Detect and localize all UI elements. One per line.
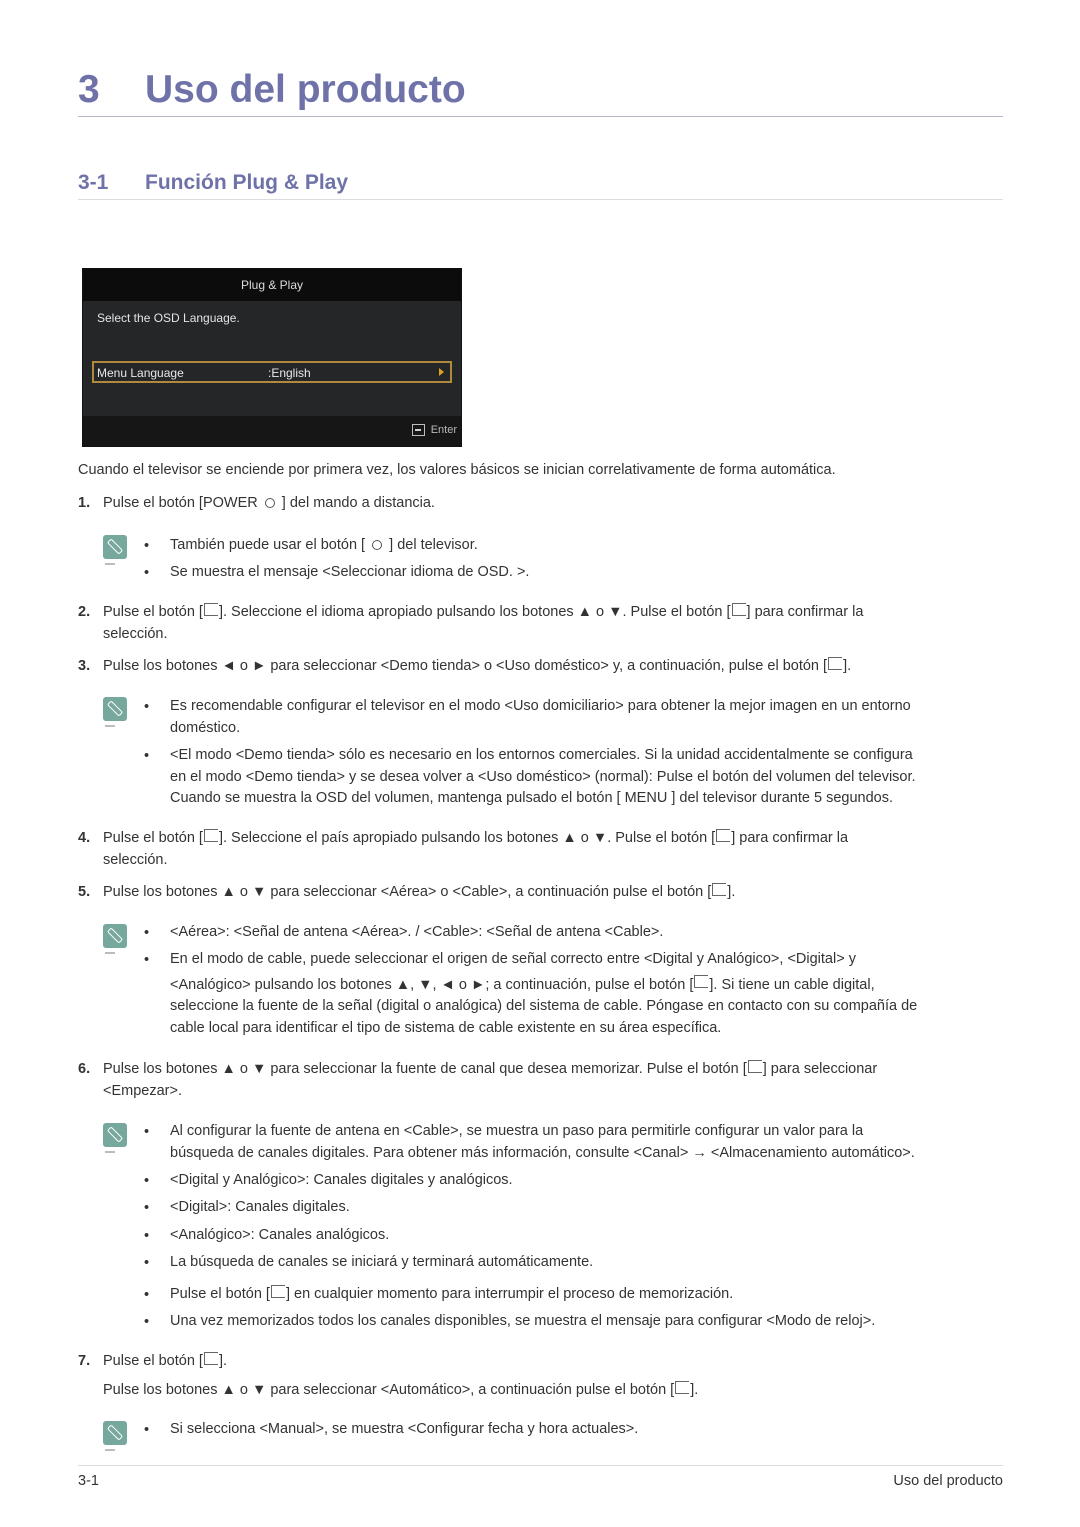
enter-icon <box>747 1059 762 1073</box>
osd-row-value: :English <box>268 366 311 380</box>
section-number: 3-1 <box>78 171 109 194</box>
section-title: Función Plug & Play <box>145 171 349 194</box>
footer-divider <box>78 1465 1003 1466</box>
note-pencil-icon <box>103 697 127 727</box>
chapter-title: Uso del producto <box>145 68 466 111</box>
note-bullet-text: <El modo <Demo tienda> sólo es necesario… <box>170 747 916 806</box>
osd-row-label: Menu Language <box>97 366 184 380</box>
footer-page-number: 3-1 <box>78 1473 99 1489</box>
bullet-dot: • <box>144 925 150 941</box>
chapter-heading: 3 Uso del producto <box>78 64 1003 117</box>
note-bullet-text: También puede usar el botón [ ] del tele… <box>170 537 478 553</box>
osd-header: Plug & Play <box>83 269 461 301</box>
step-number: 5. <box>78 884 91 900</box>
step-text: Pulse el botón [POWER ] del mando a dist… <box>103 495 435 511</box>
enter-icon <box>203 602 218 616</box>
bullet-dot: • <box>144 565 150 581</box>
note-bullet-text: Si selecciona <Manual>, se muestra <Conf… <box>170 1421 639 1437</box>
step-text: Pulse el botón []. Seleccione el idioma … <box>103 602 864 642</box>
intro-paragraph: Cuando el televisor se enciende por prim… <box>78 462 836 478</box>
bullet-dot: • <box>144 1287 150 1303</box>
note-pencil-icon <box>103 535 127 565</box>
note-bullet-text: Una vez memorizados todos los canales di… <box>170 1313 876 1329</box>
enter-icon <box>412 424 425 436</box>
note-pencil-icon <box>103 1123 127 1153</box>
bullet-dot: • <box>144 538 150 554</box>
note-pencil-icon <box>103 924 127 954</box>
bullet-dot: • <box>144 1124 150 1140</box>
enter-icon <box>828 656 843 670</box>
step-text: Pulse el botón []. Seleccione el país ap… <box>103 828 849 868</box>
step-number: 1. <box>78 495 91 511</box>
step-number: 4. <box>78 830 91 846</box>
note-bullet-text: La búsqueda de canales se iniciará y ter… <box>170 1254 594 1270</box>
power-icon <box>264 498 275 509</box>
bullet-dot: • <box>144 1255 150 1271</box>
section-heading: 3-1 Función Plug & Play <box>78 168 1003 200</box>
enter-icon <box>675 1380 690 1394</box>
bullet-dot: • <box>144 699 150 715</box>
note-bullet-text: En el modo de cable, puede seleccionar e… <box>170 951 918 1036</box>
osd-enter-label: Enter <box>430 424 457 436</box>
osd-menu-language-row: Menu Language :English <box>92 361 452 383</box>
enter-icon <box>203 1351 218 1365</box>
note-bullet-text: <Digital y Analógico>: Canales digitales… <box>170 1172 513 1188</box>
bullet-dot: • <box>144 1173 150 1189</box>
enter-icon <box>270 1284 285 1298</box>
power-icon <box>372 540 383 551</box>
bullet-dot: • <box>144 748 150 764</box>
bullet-dot: • <box>144 1200 150 1216</box>
note-bullet-text: Al configurar la fuente de antena en <Ca… <box>170 1123 915 1161</box>
footer-chapter-title: Uso del producto <box>893 1473 1003 1489</box>
osd-screenshot: Plug & Play Select the OSD Language. Men… <box>82 268 462 447</box>
chevron-right-icon <box>439 368 444 376</box>
enter-icon <box>694 975 709 989</box>
enter-icon <box>712 882 727 896</box>
enter-icon <box>203 828 218 842</box>
osd-footer: Enter <box>83 416 461 446</box>
step-number: 6. <box>78 1061 91 1077</box>
bullet-dot: • <box>144 1314 150 1330</box>
step-number: 7. <box>78 1353 91 1369</box>
step-text: Pulse los botones ▲ o ▼ para seleccionar… <box>103 882 736 900</box>
note-bullet-text: Es recomendable configurar el televisor … <box>170 698 911 736</box>
note-pencil-icon <box>103 1421 127 1451</box>
osd-prompt: Select the OSD Language. <box>97 311 240 325</box>
enter-icon <box>716 828 731 842</box>
step-number: 3. <box>78 658 91 674</box>
note-bullet-text: <Digital>: Canales digitales. <box>170 1199 350 1215</box>
step-text: Pulse el botón []. Pulse los botones ▲ o … <box>103 1351 699 1398</box>
note-bullet-text: Pulse el botón [] en cualquier momento p… <box>170 1284 734 1302</box>
step-number: 2. <box>78 604 91 620</box>
note-bullet-text: Se muestra el mensaje <Seleccionar idiom… <box>170 564 530 580</box>
chapter-number: 3 <box>78 68 100 111</box>
note-bullet-text: <Aérea>: <Señal de antena <Aérea>. / <Ca… <box>170 924 664 940</box>
bullet-dot: • <box>144 1422 150 1438</box>
step-text: Pulse los botones ▲ o ▼ para seleccionar… <box>103 1059 878 1099</box>
note-bullet-text: <Analógico>: Canales analógicos. <box>170 1227 390 1243</box>
bullet-dot: • <box>144 952 150 968</box>
step-text: Pulse los botones ◄ o ► para seleccionar… <box>103 656 852 674</box>
enter-icon <box>731 602 746 616</box>
bullet-dot: • <box>144 1228 150 1244</box>
